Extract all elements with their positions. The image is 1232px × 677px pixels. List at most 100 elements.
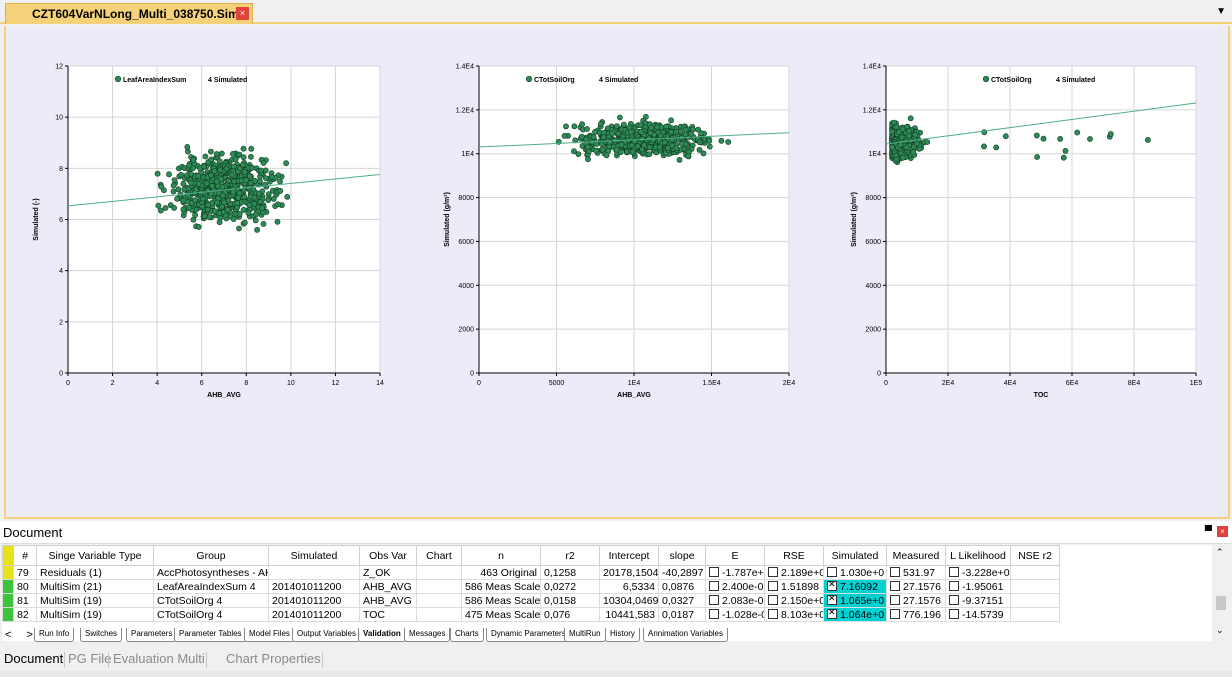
grid-header-row: # Singe Variable Type Group Simulated Obs Va… <box>2 545 1060 566</box>
document-panel-header: Document ▀ × <box>0 521 1232 544</box>
checkbox[interactable] <box>709 566 719 577</box>
sheet-tab[interactable]: Validation <box>358 628 406 642</box>
bottom-tab[interactable]: Document <box>4 651 63 666</box>
checkbox[interactable] <box>709 594 719 605</box>
data-point <box>256 190 262 197</box>
bottom-tab[interactable]: Chart Properties <box>226 651 321 666</box>
x-tick-label: 2 <box>111 380 115 387</box>
sheet-tab[interactable]: Parameter Tables <box>174 628 247 642</box>
close-icon[interactable]: × <box>1217 526 1228 537</box>
table-cell: 6,5334 <box>599 579 659 594</box>
sheet-tab[interactable]: Dynamic Parameters <box>486 628 571 642</box>
column-header[interactable]: # <box>13 545 37 566</box>
column-header[interactable]: NSE r2 <box>1010 545 1060 566</box>
checkbox[interactable] <box>827 580 837 591</box>
x-tick-label: 14 <box>376 380 384 387</box>
sheet-tab[interactable]: Output Variables <box>292 628 361 642</box>
data-point <box>275 201 281 208</box>
legend-marker <box>982 75 990 83</box>
data-point <box>592 129 598 135</box>
x-tick-label: 2E4 <box>783 380 796 387</box>
table-cell: MultiSim (19) <box>36 607 154 622</box>
column-header[interactable]: n <box>461 545 541 566</box>
checkbox[interactable] <box>949 608 959 619</box>
data-point <box>184 144 191 150</box>
table-cell: 10304,0469 <box>599 593 659 608</box>
sheet-tab[interactable]: History <box>605 628 640 642</box>
table-row[interactable]: 81 MultiSim (19) CTotSoilOrg 4 201401011200… <box>2 593 1060 608</box>
column-header[interactable]: Intercept <box>599 545 659 566</box>
data-point <box>924 139 931 145</box>
data-point <box>1040 135 1047 142</box>
y-tick-label: 6 <box>59 217 63 224</box>
data-point <box>260 160 267 166</box>
checkbox[interactable] <box>890 608 900 619</box>
table-cell: 7.16092 <box>823 579 887 594</box>
sheet-tab[interactable]: Annimation Variables <box>643 628 729 642</box>
scroll-up-icon[interactable]: ⌃ <box>1216 547 1224 558</box>
sheet-tab[interactable]: Parameters <box>126 628 178 642</box>
column-header[interactable]: L Likelihood <box>945 545 1011 566</box>
data-point <box>190 156 197 163</box>
column-header[interactable]: r2 <box>540 545 600 566</box>
pin-icon[interactable]: ▀ <box>1205 526 1212 537</box>
data-point <box>638 129 645 135</box>
table-cell <box>416 565 462 580</box>
column-header[interactable]: Chart <box>416 545 462 566</box>
data-point <box>235 194 242 201</box>
sheet-tab[interactable]: Charts <box>450 628 484 642</box>
table-cell: 1.064e+0 <box>823 607 887 622</box>
y-tick-label: 0 <box>59 371 63 378</box>
column-header[interactable]: E <box>705 545 765 566</box>
checkbox[interactable] <box>768 566 778 577</box>
sheet-tab[interactable]: Messages <box>404 628 451 642</box>
checkbox[interactable] <box>890 594 900 605</box>
checkbox[interactable] <box>949 566 959 577</box>
table-row[interactable]: 80 MultiSim (21) LeafAreaIndexSum 4 2014010… <box>2 579 1060 594</box>
checkbox[interactable] <box>768 608 778 619</box>
checkbox[interactable] <box>768 594 778 605</box>
chevron-down-icon[interactable]: ▼ <box>1216 6 1226 17</box>
table-row[interactable]: 79Residuals (1)AccPhotosyntheses - AHB_A… <box>2 565 1060 580</box>
sheet-tab[interactable]: MultiRun <box>564 628 606 642</box>
column-header[interactable]: Measured <box>886 545 946 566</box>
data-point <box>166 171 172 178</box>
column-header[interactable]: Singe Variable Type <box>36 545 154 566</box>
table-cell: 79 <box>13 565 37 580</box>
column-header[interactable]: RSE <box>764 545 824 566</box>
checkbox[interactable] <box>768 580 778 591</box>
sheet-tab[interactable]: Model Files <box>244 628 295 642</box>
column-header[interactable]: Simulated <box>268 545 360 566</box>
table-row[interactable]: 82 MultiSim (19) CTotSoilOrg 4 201401011200… <box>2 607 1060 622</box>
bottom-tab[interactable]: PG File <box>68 651 111 666</box>
data-point <box>706 143 713 150</box>
close-icon[interactable]: × <box>236 7 249 20</box>
y-tick-label: 8000 <box>865 195 881 202</box>
data-point <box>665 145 671 151</box>
data-point <box>195 173 202 179</box>
checkbox[interactable] <box>827 608 837 619</box>
data-point <box>678 140 685 147</box>
column-header[interactable]: Simulated <box>823 545 887 566</box>
column-header[interactable]: slope <box>658 545 706 566</box>
document-tab[interactable]: CZT604VarNLong_Multi_038750.Sim × <box>5 3 253 24</box>
sheet-tab[interactable]: Switches <box>80 628 123 642</box>
sheet-tab[interactable]: Run Info <box>34 628 75 642</box>
document-panel: Document ▀ × # Singe Variable Type Group Si… <box>0 521 1232 677</box>
data-point <box>637 122 644 129</box>
checkbox[interactable] <box>827 594 837 605</box>
data-point <box>154 170 161 177</box>
checkbox[interactable] <box>709 580 719 591</box>
table-cell: 0,1258 <box>540 565 600 580</box>
data-point <box>993 144 1000 151</box>
checkbox[interactable] <box>949 594 959 605</box>
checkbox[interactable] <box>949 580 959 591</box>
checkbox[interactable] <box>827 566 837 577</box>
checkbox[interactable] <box>890 566 900 577</box>
checkbox[interactable] <box>709 608 719 619</box>
bottom-tab[interactable]: Evaluation Multi <box>113 651 205 666</box>
column-header[interactable]: Group <box>153 545 269 566</box>
scrollbar-thumb[interactable] <box>1216 596 1226 610</box>
checkbox[interactable] <box>890 580 900 591</box>
column-header[interactable]: Obs Var <box>359 545 417 566</box>
